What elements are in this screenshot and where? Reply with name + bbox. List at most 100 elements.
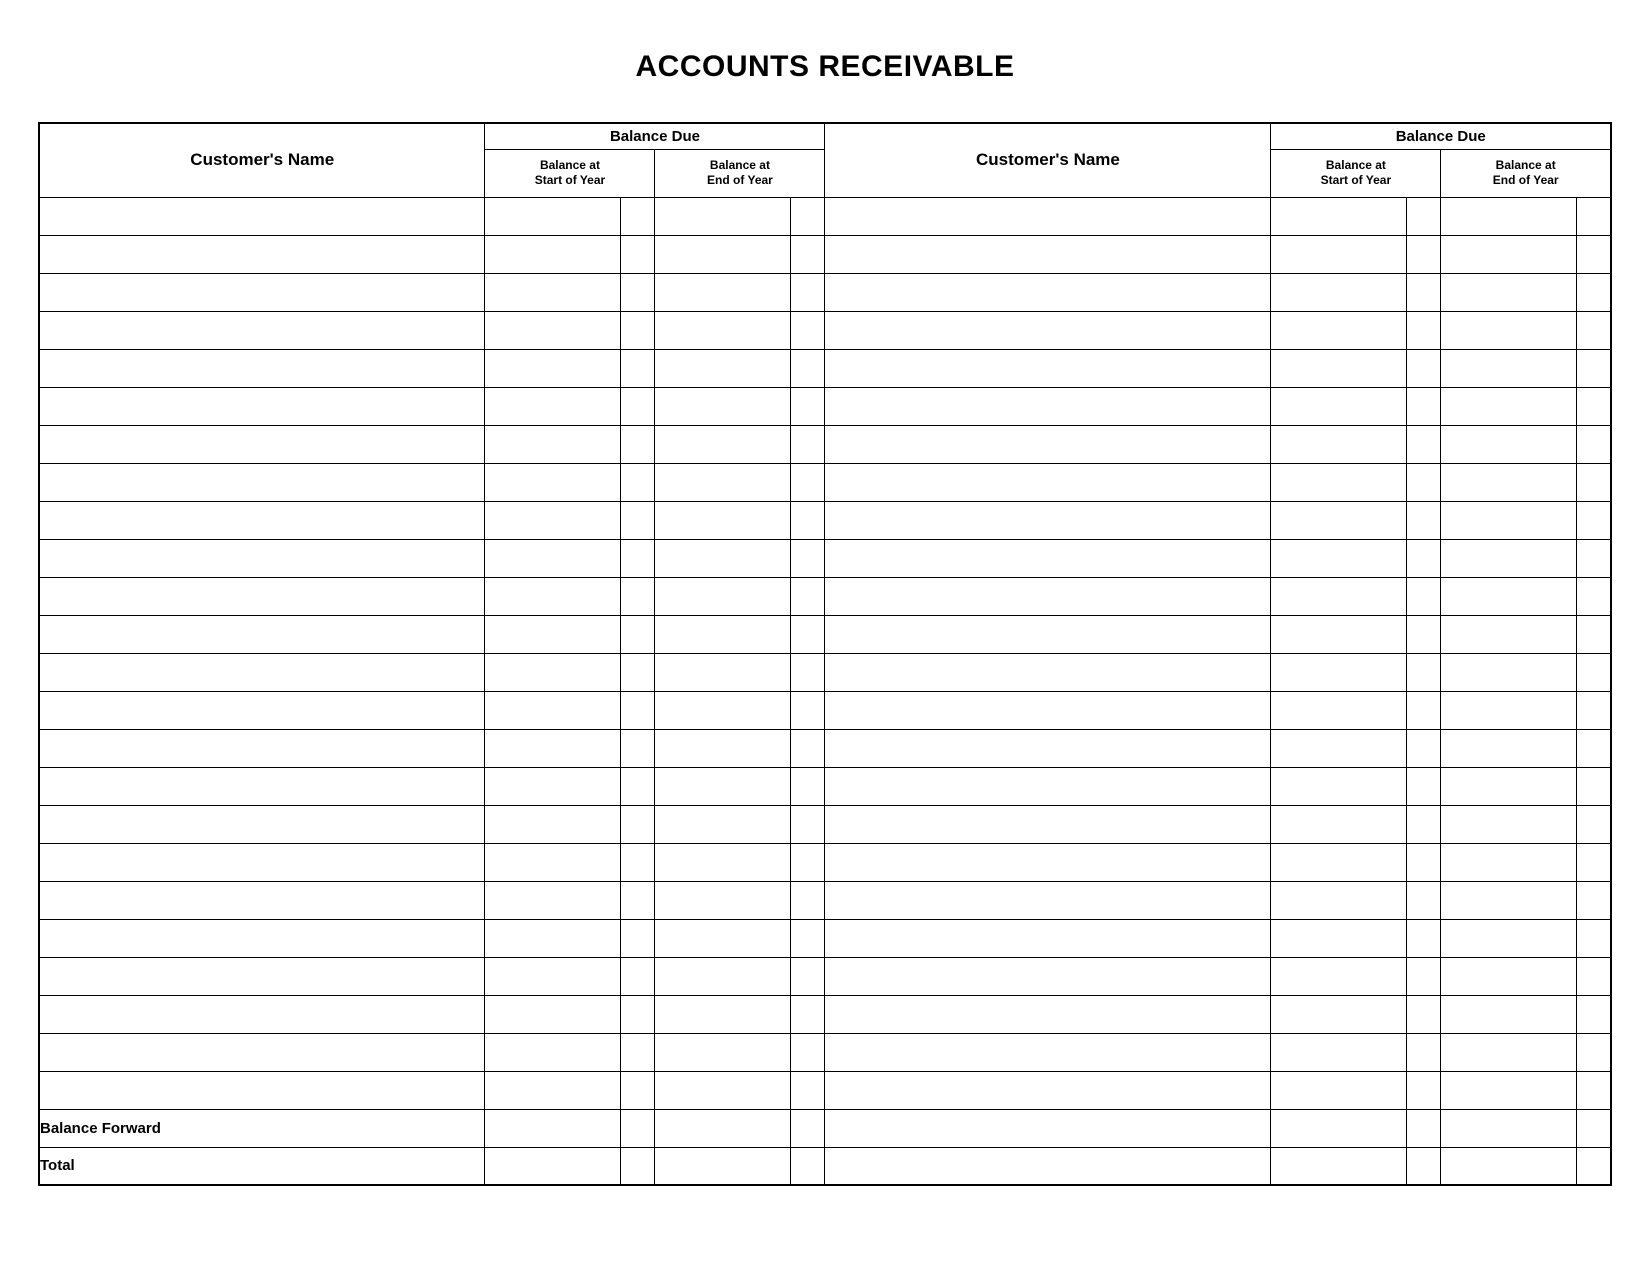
table-cell [655, 729, 791, 767]
table-cell [791, 1071, 825, 1109]
table-cell [39, 1033, 485, 1071]
table-cell [1577, 463, 1611, 501]
table-cell [1271, 425, 1407, 463]
table-cell [1271, 957, 1407, 995]
table-cell [485, 197, 621, 235]
table-cell [825, 387, 1271, 425]
table-cell [655, 273, 791, 311]
table-cell [791, 843, 825, 881]
col-header-balance-end-right: Balance atEnd of Year [1441, 149, 1611, 197]
table-row [39, 767, 1611, 805]
table-cell [1577, 995, 1611, 1033]
table-cell [655, 957, 791, 995]
table-cell [1407, 843, 1441, 881]
table-cell [655, 197, 791, 235]
table-cell [485, 273, 621, 311]
table-cell [1271, 1033, 1407, 1071]
table-cell [791, 197, 825, 235]
table-cell [1407, 995, 1441, 1033]
table-cell [791, 463, 825, 501]
table-cell [1441, 615, 1577, 653]
table-cell [1441, 387, 1577, 425]
table-cell [621, 1071, 655, 1109]
table-cell [1271, 501, 1407, 539]
table-cell [485, 1071, 621, 1109]
table-cell [1577, 691, 1611, 729]
table-cell [1271, 805, 1407, 843]
table-cell [791, 653, 825, 691]
table-cell [655, 995, 791, 1033]
table-cell [1577, 919, 1611, 957]
table-cell [621, 653, 655, 691]
table-cell [39, 387, 485, 425]
table-cell [791, 767, 825, 805]
table-cell [655, 577, 791, 615]
table-cell [825, 577, 1271, 615]
table-cell [1577, 881, 1611, 919]
table-cell [485, 349, 621, 387]
table-cell [1577, 767, 1611, 805]
table-cell [1271, 349, 1407, 387]
table-row [39, 957, 1611, 995]
table-cell [791, 615, 825, 653]
table-cell [1271, 691, 1407, 729]
table-cell [791, 539, 825, 577]
table-cell [825, 425, 1271, 463]
table-cell [485, 501, 621, 539]
table-cell [621, 729, 655, 767]
table-row [39, 425, 1611, 463]
table-cell [39, 273, 485, 311]
table-cell [1441, 197, 1577, 235]
table-cell [825, 349, 1271, 387]
table-cell [485, 577, 621, 615]
table-cell [825, 691, 1271, 729]
table-row [39, 1033, 1611, 1071]
table-cell [621, 425, 655, 463]
table-cell [1407, 425, 1441, 463]
table-cell [39, 615, 485, 653]
table-row [39, 387, 1611, 425]
table-cell [1441, 957, 1577, 995]
col-header-balance-end-left: Balance atEnd of Year [655, 149, 825, 197]
table-cell [1407, 615, 1441, 653]
table-cell [1577, 615, 1611, 653]
table-cell [1271, 729, 1407, 767]
table-cell [1441, 691, 1577, 729]
table-cell [39, 957, 485, 995]
table-cell [621, 615, 655, 653]
table-cell [1407, 957, 1441, 995]
table-cell [1407, 805, 1441, 843]
table-cell [1271, 387, 1407, 425]
table-cell [825, 729, 1271, 767]
table-cell [39, 805, 485, 843]
table-row [39, 311, 1611, 349]
table-cell [621, 235, 655, 273]
table-cell [621, 767, 655, 805]
table-cell [825, 1071, 1271, 1109]
table-row [39, 501, 1611, 539]
table-row [39, 1071, 1611, 1109]
table-footer: Balance Forward Total [39, 1109, 1611, 1185]
table-cell [791, 387, 825, 425]
table-cell [1577, 843, 1611, 881]
table-cell [485, 235, 621, 273]
table-row [39, 463, 1611, 501]
table-cell [825, 539, 1271, 577]
table-cell [655, 691, 791, 729]
table-cell [825, 653, 1271, 691]
table-cell [1441, 463, 1577, 501]
table-cell [655, 805, 791, 843]
table-cell [621, 501, 655, 539]
table-cell [39, 995, 485, 1033]
table-cell [825, 235, 1271, 273]
table-cell [791, 501, 825, 539]
table-cell [1441, 729, 1577, 767]
table-cell [825, 919, 1271, 957]
table-row [39, 273, 1611, 311]
table-row [39, 881, 1611, 919]
page-title: ACCOUNTS RECEIVABLE [38, 50, 1612, 84]
table-cell [825, 843, 1271, 881]
table-cell [825, 767, 1271, 805]
table-cell [39, 463, 485, 501]
table-cell [1407, 1071, 1441, 1109]
